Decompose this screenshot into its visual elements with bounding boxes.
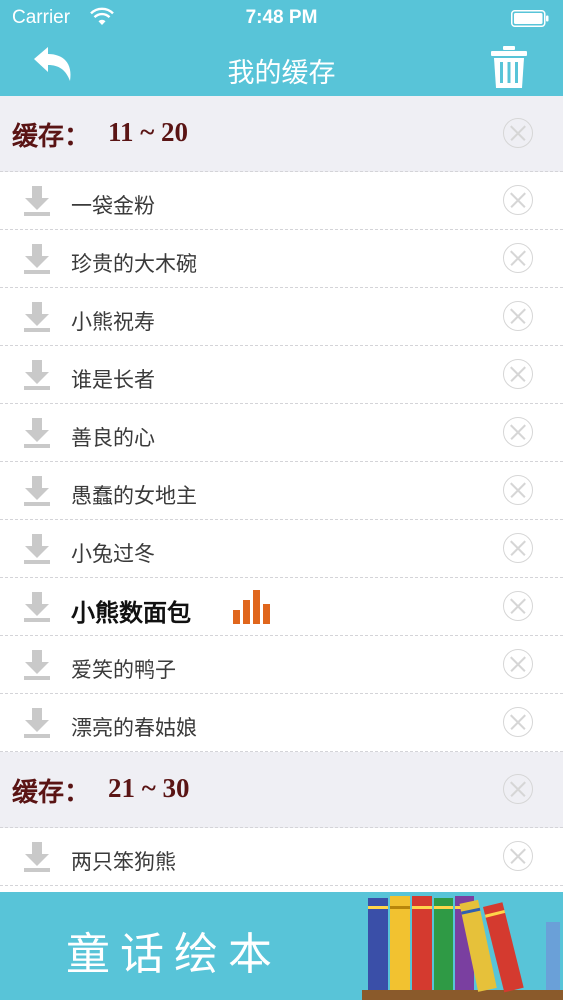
list-item-playing[interactable]: 小熊数面包 bbox=[0, 578, 563, 636]
download-icon[interactable] bbox=[24, 592, 50, 622]
bookshelf-icon bbox=[362, 896, 563, 1000]
story-title: 谁是长者 bbox=[71, 368, 155, 392]
download-icon[interactable] bbox=[24, 186, 50, 216]
list-item[interactable]: 一袋金粉 bbox=[0, 172, 563, 230]
status-bar: Carrier 7:48 PM bbox=[0, 0, 563, 36]
story-title: 两只笨狗熊 bbox=[71, 850, 176, 874]
story-title: 愚蠢的女地主 bbox=[71, 484, 197, 508]
trash-icon[interactable] bbox=[491, 46, 527, 88]
section-header-21-30: 缓存： 21 ~ 30 bbox=[0, 752, 563, 828]
story-title: 珍贵的大木碗 bbox=[71, 252, 197, 276]
section-range: 21 ~ 30 bbox=[108, 773, 190, 803]
list-item[interactable]: 小兔过冬 bbox=[0, 520, 563, 578]
delete-section-icon[interactable] bbox=[503, 774, 533, 804]
section-label: 缓存： bbox=[12, 778, 91, 808]
battery-icon bbox=[511, 10, 549, 27]
delete-item-icon[interactable] bbox=[503, 243, 533, 273]
story-title: 爱笑的鸭子 bbox=[71, 658, 176, 682]
list-item[interactable]: 两只笨狗熊 bbox=[0, 828, 563, 886]
top-bar: Carrier 7:48 PM 我的缓存 bbox=[0, 0, 563, 96]
section-label: 缓存： bbox=[12, 122, 91, 152]
status-time: 7:48 PM bbox=[245, 7, 318, 28]
story-title: 漂亮的春姑娘 bbox=[71, 716, 197, 740]
delete-item-icon[interactable] bbox=[503, 707, 533, 737]
section-header-11-20: 缓存： 11 ~ 20 bbox=[0, 96, 563, 172]
delete-item-icon[interactable] bbox=[503, 591, 533, 621]
download-icon[interactable] bbox=[24, 476, 50, 506]
story-title: 一袋金粉 bbox=[71, 194, 155, 218]
list-item[interactable]: 愚蠢的女地主 bbox=[0, 462, 563, 520]
delete-section-icon[interactable] bbox=[503, 118, 533, 148]
download-icon[interactable] bbox=[24, 360, 50, 390]
list-item[interactable]: 珍贵的大木碗 bbox=[0, 230, 563, 288]
download-icon[interactable] bbox=[24, 302, 50, 332]
list-item[interactable]: 小熊祝寿 bbox=[0, 288, 563, 346]
cache-list: 缓存： 11 ~ 20 一袋金粉 珍贵的大木碗 小熊祝寿 谁是长者 善良的心 愚… bbox=[0, 96, 563, 892]
list-item[interactable]: 漂亮的春姑娘 bbox=[0, 694, 563, 752]
brand-title: 童话绘本 bbox=[66, 929, 282, 980]
bottom-banner[interactable]: 童话绘本 bbox=[0, 892, 563, 1000]
page-title: 我的缓存 bbox=[227, 58, 336, 89]
download-icon[interactable] bbox=[24, 534, 50, 564]
delete-item-icon[interactable] bbox=[503, 185, 533, 215]
delete-item-icon[interactable] bbox=[503, 841, 533, 871]
delete-item-icon[interactable] bbox=[503, 359, 533, 389]
list-item[interactable]: 谁是长者 bbox=[0, 346, 563, 404]
download-icon[interactable] bbox=[24, 842, 50, 872]
download-icon[interactable] bbox=[24, 244, 50, 274]
download-icon[interactable] bbox=[24, 650, 50, 680]
delete-item-icon[interactable] bbox=[503, 533, 533, 563]
delete-item-icon[interactable] bbox=[503, 417, 533, 447]
delete-item-icon[interactable] bbox=[503, 475, 533, 505]
delete-item-icon[interactable] bbox=[503, 301, 533, 331]
story-title: 小熊祝寿 bbox=[71, 310, 155, 334]
delete-item-icon[interactable] bbox=[503, 649, 533, 679]
section-range: 11 ~ 20 bbox=[108, 117, 189, 147]
list-item[interactable]: 爱笑的鸭子 bbox=[0, 636, 563, 694]
download-icon[interactable] bbox=[24, 418, 50, 448]
list-item[interactable]: 善良的心 bbox=[0, 404, 563, 462]
story-title: 善良的心 bbox=[71, 426, 155, 450]
story-title: 小熊数面包 bbox=[71, 599, 191, 627]
now-playing-bars-icon bbox=[233, 590, 270, 624]
story-title: 小兔过冬 bbox=[71, 542, 155, 566]
download-icon[interactable] bbox=[24, 708, 50, 738]
